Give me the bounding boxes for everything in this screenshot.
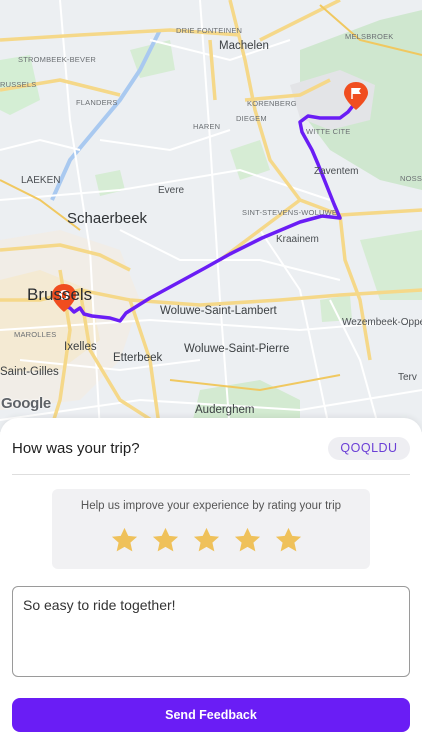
map-label-brussels: Brussels xyxy=(27,285,93,304)
map-label-evere: Evere xyxy=(158,185,185,196)
star-icon[interactable] xyxy=(233,526,262,555)
map-label-laeken: LAEKEN xyxy=(21,175,61,186)
feedback-comment-input[interactable]: So easy to ride together! xyxy=(12,586,410,677)
star-icon[interactable] xyxy=(151,526,180,555)
map-label-kraainem: Kraainem xyxy=(276,234,319,245)
map-label-flanders: FLANDERS xyxy=(76,98,118,107)
map-label-woluwe-saint-pierre: Woluwe-Saint-Pierre xyxy=(184,343,290,355)
map-label-haren: HAREN xyxy=(193,122,221,131)
google-attribution[interactable]: Google xyxy=(1,395,51,412)
map-label-russels: RUSSELS xyxy=(0,80,37,89)
star-icon[interactable] xyxy=(274,526,303,555)
map-label-woluwe-saint-lambert: Woluwe-Saint-Lambert xyxy=(160,305,277,317)
map-label-sint-stevens-woluwe: SINT-STEVENS-WOLUWE xyxy=(242,208,338,217)
map-label-nossegem: NOSSE xyxy=(400,174,422,183)
send-feedback-button[interactable]: Send Feedback xyxy=(12,698,410,732)
map-label-wezembeek: Wezembeek-Oppe xyxy=(342,317,422,328)
map-canvas xyxy=(0,0,422,432)
map-label-etterbeek: Etterbeek xyxy=(113,352,163,364)
map-label-ixelles: Ixelles xyxy=(64,341,97,353)
map-label-zaventem: Zaventem xyxy=(314,166,359,177)
map-label-drie-fonteinen: DRIE FONTEINEN xyxy=(176,26,243,35)
map-label-schaerbeek: Schaerbeek xyxy=(67,210,148,227)
map-view[interactable]: DRIE FONTEINEN Machelen MELSBROEK STROMB… xyxy=(0,0,422,432)
map-label-marolles: MAROLLES xyxy=(14,330,57,339)
trip-code-badge: QOQLDU xyxy=(328,437,410,460)
star-icon[interactable] xyxy=(110,526,139,555)
map-label-machelen: Machelen xyxy=(219,40,269,52)
star-icon[interactable] xyxy=(192,526,221,555)
map-label-terv: Terv xyxy=(398,372,417,383)
map-label-witte-cite: WITTE CITE xyxy=(306,127,351,136)
map-label-auderghem: Auderghem xyxy=(195,404,255,416)
rating-card: Help us improve your experience by ratin… xyxy=(52,489,370,569)
star-rating xyxy=(110,526,303,556)
rating-prompt: Help us improve your experience by ratin… xyxy=(80,500,342,512)
map-label-diegem: DIEGEM xyxy=(236,114,267,123)
map-label-melsbroek: MELSBROEK xyxy=(345,32,394,41)
map-label-strombeek: STROMBEEK-BEVER xyxy=(18,55,97,64)
feedback-sheet: How was your trip? QOQLDU Help us improv… xyxy=(0,418,422,750)
map-label-korenberg: KORENBERG xyxy=(247,99,297,108)
map-label-saint-gilles: Saint-Gilles xyxy=(0,366,59,378)
trip-question-heading: How was your trip? xyxy=(12,440,140,457)
divider xyxy=(12,474,410,475)
